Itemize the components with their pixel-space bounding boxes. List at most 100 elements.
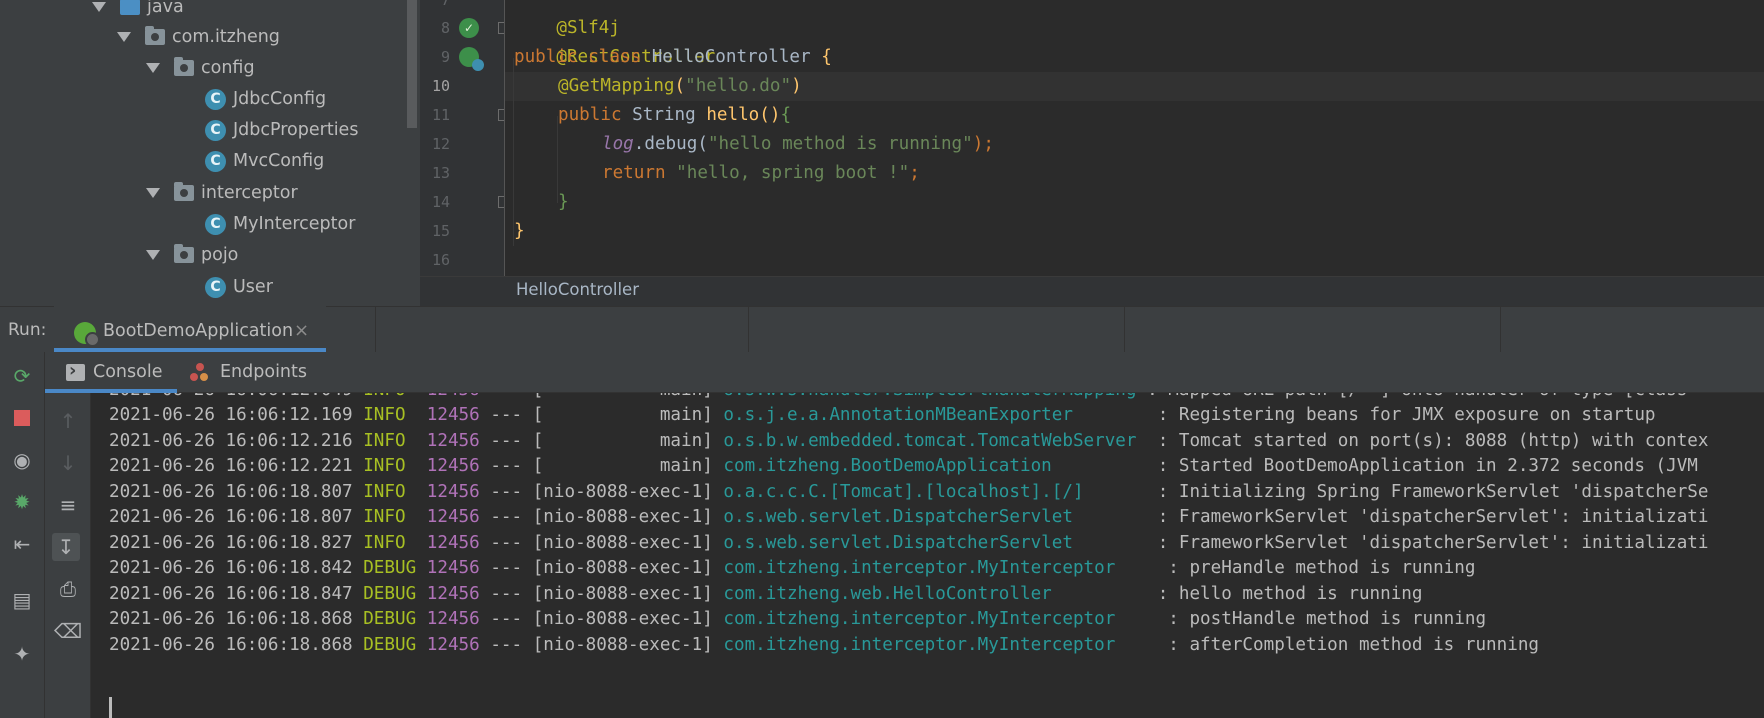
log-date: 2021-06-26 16:06:18.807 bbox=[109, 482, 353, 502]
package-icon bbox=[145, 26, 165, 45]
chevron-down-icon[interactable] bbox=[146, 188, 160, 198]
tree-item-jdbcproperties[interactable]: C JdbcProperties bbox=[205, 116, 358, 144]
run-tab-title[interactable]: BootDemoApplication bbox=[103, 321, 293, 341]
log-logger[interactable]: com.itzheng.interceptor.MyInterceptor bbox=[723, 558, 1157, 578]
log-logger[interactable]: o.s.j.e.a.AnnotationMBeanExporter bbox=[723, 405, 1147, 425]
tree-item-label: config bbox=[201, 58, 255, 78]
soft-wrap-icon[interactable]: ≡ bbox=[54, 491, 82, 519]
log-thread: [ main] bbox=[532, 431, 713, 451]
log-sep: --- bbox=[490, 609, 523, 629]
console-output[interactable]: 2021-06-26 16:06:12.049 INFO 12456 --- [… bbox=[91, 393, 1764, 718]
line-number: 13 bbox=[431, 164, 450, 182]
log-thread: [ main] bbox=[532, 405, 713, 425]
log-date: 2021-06-26 16:06:18.847 bbox=[109, 584, 353, 604]
exit-icon[interactable]: ⇤ bbox=[8, 530, 36, 558]
log-pid: 12456 bbox=[426, 584, 480, 604]
log-logger[interactable]: o.a.c.c.C.[Tomcat].[localhost].[/] bbox=[723, 482, 1147, 502]
run-action-toolbar: ⟳ ◉ ✹ ⇤ ▤ ✦ bbox=[0, 352, 45, 718]
scroll-down-icon[interactable]: ↓ bbox=[54, 449, 82, 477]
debug-bug-icon[interactable]: ✹ bbox=[8, 488, 36, 516]
line-number: 12 bbox=[431, 135, 450, 153]
tab-console[interactable]: Console bbox=[93, 362, 162, 382]
chevron-down-icon[interactable] bbox=[117, 32, 131, 42]
code-line-7: @Slf4j bbox=[556, 18, 620, 38]
log-logger[interactable]: o.s.w.s.handler.SimpleUrlHandlerMapping bbox=[723, 393, 1136, 400]
stop-icon[interactable] bbox=[8, 404, 36, 432]
log-level: INFO bbox=[363, 507, 417, 527]
scroll-to-end-icon[interactable]: ↧ bbox=[52, 533, 80, 561]
class-icon: C bbox=[205, 213, 226, 235]
log-pid: 12456 bbox=[426, 405, 480, 425]
clear-all-icon[interactable]: ⌫ bbox=[54, 617, 82, 645]
code-line-12: log.debug("hello method is running"); bbox=[602, 134, 994, 154]
tree-scrollbar[interactable] bbox=[407, 0, 417, 128]
tree-item-label: com.itzheng bbox=[172, 27, 280, 47]
spring-bean-gutter-icon[interactable] bbox=[459, 47, 484, 71]
tree-item-user[interactable]: C User bbox=[205, 273, 273, 301]
log-message: : FrameworkServlet 'dispatcherServlet': … bbox=[1157, 533, 1709, 553]
tree-item-com-itzheng[interactable]: com.itzheng bbox=[117, 23, 280, 51]
project-tree: java com.itzheng config C JdbcConfig C J… bbox=[0, 0, 406, 306]
tree-item-label: pojo bbox=[201, 245, 239, 265]
tree-item-myinterceptor[interactable]: C MyInterceptor bbox=[205, 210, 355, 238]
tree-item-interceptor[interactable]: interceptor bbox=[146, 179, 298, 207]
console-log-line: 2021-06-26 16:06:18.842 DEBUG 12456 --- … bbox=[109, 554, 1475, 583]
tree-item-label: java bbox=[147, 0, 184, 17]
tree-item-mvcconfig[interactable]: C MvcConfig bbox=[205, 147, 324, 175]
log-level: INFO bbox=[363, 405, 417, 425]
log-date: 2021-06-26 16:06:18.827 bbox=[109, 533, 353, 553]
tab-endpoints[interactable]: Endpoints bbox=[220, 362, 307, 382]
rerun-icon[interactable]: ⟳ bbox=[8, 362, 36, 390]
log-date: 2021-06-26 16:06:18.868 bbox=[109, 635, 353, 655]
log-message: : Mapped URL path [/**] onto handler of … bbox=[1147, 393, 1687, 400]
line-number: 10 bbox=[431, 77, 450, 95]
class-icon: C bbox=[205, 276, 226, 298]
scroll-up-icon[interactable]: ↑ bbox=[54, 407, 82, 435]
line-number: 7 bbox=[440, 0, 450, 9]
chevron-down-icon[interactable] bbox=[146, 63, 160, 73]
tree-item-jdbcconfig[interactable]: C JdbcConfig bbox=[205, 85, 326, 113]
log-pid: 12456 bbox=[427, 393, 480, 400]
class-icon: C bbox=[205, 150, 226, 172]
close-icon[interactable]: × bbox=[294, 320, 309, 341]
log-thread: [nio-8088-exec-1] bbox=[532, 558, 713, 578]
log-pid: 12456 bbox=[426, 533, 480, 553]
log-message: : Tomcat started on port(s): 8088 (http)… bbox=[1157, 431, 1709, 451]
log-level: INFO bbox=[363, 533, 417, 553]
log-pid: 12456 bbox=[426, 635, 480, 655]
chevron-down-icon[interactable] bbox=[92, 2, 106, 12]
breadcrumb[interactable]: HelloController bbox=[516, 280, 639, 299]
log-logger[interactable]: com.itzheng.web.HelloController bbox=[723, 584, 1147, 604]
pin-icon[interactable]: ✦ bbox=[8, 640, 36, 668]
run-label: Run: bbox=[8, 320, 47, 340]
console-log-line: 2021-06-26 16:06:12.169 INFO 12456 --- [… bbox=[109, 401, 1656, 430]
log-sep: --- bbox=[490, 456, 523, 476]
log-message: : Initializing Spring FrameworkServlet '… bbox=[1157, 482, 1709, 502]
print-icon[interactable]: ⎙ bbox=[54, 575, 82, 603]
log-logger[interactable]: o.s.web.servlet.DispatcherServlet bbox=[723, 533, 1147, 553]
log-logger[interactable]: o.s.web.servlet.DispatcherServlet bbox=[723, 507, 1147, 527]
log-date: 2021-06-26 16:06:18.807 bbox=[109, 507, 353, 527]
log-logger[interactable]: com.itzheng.BootDemoApplication bbox=[723, 456, 1147, 476]
code-editor[interactable]: @Slf4j @RestController public class Hell… bbox=[505, 0, 1764, 276]
log-sep: --- bbox=[490, 533, 523, 553]
log-thread: [ main] bbox=[533, 393, 713, 400]
spring-boot-run-icon bbox=[74, 322, 100, 347]
log-thread: [nio-8088-exec-1] bbox=[532, 609, 713, 629]
layout-icon[interactable]: ▤ bbox=[8, 586, 36, 614]
tree-item-label: MvcConfig bbox=[233, 151, 325, 171]
camera-icon[interactable]: ◉ bbox=[8, 446, 36, 474]
tree-item-java[interactable]: java bbox=[92, 0, 184, 21]
log-message: : Registering beans for JMX exposure on … bbox=[1157, 405, 1656, 425]
log-logger[interactable]: com.itzheng.interceptor.MyInterceptor bbox=[723, 609, 1157, 629]
line-number: 15 bbox=[431, 222, 450, 240]
log-pid: 12456 bbox=[426, 609, 480, 629]
spring-bean-gutter-icon[interactable]: ✓ bbox=[459, 18, 479, 38]
tree-item-pojo[interactable]: pojo bbox=[146, 241, 238, 269]
log-level: DEBUG bbox=[363, 584, 417, 604]
log-logger[interactable]: com.itzheng.interceptor.MyInterceptor bbox=[723, 635, 1157, 655]
chevron-down-icon[interactable] bbox=[146, 250, 160, 260]
tree-item-config[interactable]: config bbox=[146, 54, 255, 82]
log-logger[interactable]: o.s.b.w.embedded.tomcat.TomcatWebServer bbox=[723, 431, 1147, 451]
package-icon bbox=[174, 244, 194, 263]
